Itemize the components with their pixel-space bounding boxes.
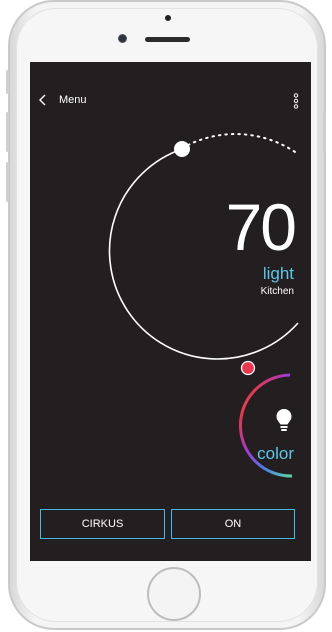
dial-knob[interactable]	[174, 141, 190, 157]
thermostat-dial[interactable]	[30, 62, 311, 561]
scene-button[interactable]: CIRKUS	[40, 509, 165, 539]
earpiece-speaker	[145, 37, 190, 42]
scene-button-label: CIRKUS	[81, 518, 124, 530]
home-button[interactable]	[147, 567, 201, 621]
volume-up-button	[6, 112, 9, 152]
power-side-button	[323, 112, 326, 152]
power-button[interactable]: ON	[171, 509, 295, 539]
color-label: color	[257, 444, 294, 463]
dial-arc-remaining	[187, 133, 299, 155]
room-label: Kitchen	[260, 286, 294, 297]
temperature-value: 70	[225, 190, 297, 264]
app-screen: Menu 70 light Kitchen color CIRKUS ON	[30, 62, 311, 561]
color-knob[interactable]	[240, 360, 256, 376]
lightbulb-icon[interactable]	[275, 408, 293, 434]
proximity-sensor	[165, 15, 171, 21]
mute-switch	[6, 70, 9, 94]
volume-down-button	[6, 162, 9, 202]
front-camera	[118, 34, 127, 43]
mode-label: light	[262, 264, 294, 283]
power-button-label: ON	[224, 518, 242, 530]
